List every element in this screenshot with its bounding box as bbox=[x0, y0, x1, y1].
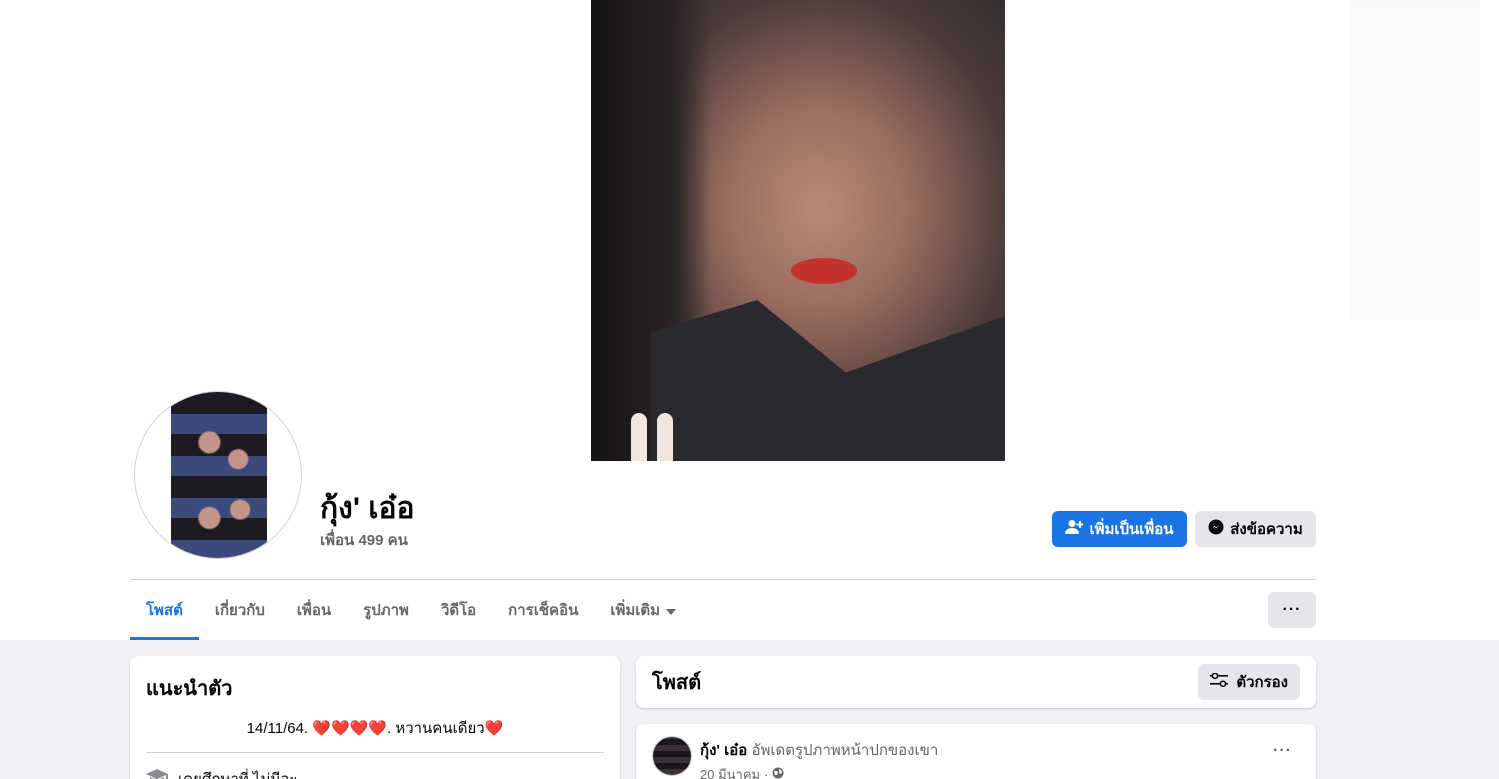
filter-icon bbox=[1210, 672, 1229, 691]
graduation-cap-icon bbox=[146, 768, 168, 779]
background-blur bbox=[1350, 0, 1480, 320]
add-friend-icon bbox=[1065, 519, 1084, 539]
tab-friends[interactable]: เพื่อน bbox=[281, 580, 347, 640]
tab-checkins[interactable]: การเช็คอิน bbox=[492, 580, 594, 640]
profile-tabs: โพสต์ เกี่ยวกับ เพื่อน รูปภาพ วิดีโอ การ… bbox=[130, 580, 692, 640]
filter-button[interactable]: ตัวกรอง bbox=[1198, 664, 1300, 700]
posts-header-card: โพสต์ ตัวกรอง bbox=[636, 656, 1316, 708]
profile-header: กุ้ง' เอ๋อ เพื่อน 499 คน เพิ่มเป็นเพื่อน… bbox=[0, 0, 1499, 640]
message-label: ส่งข้อความ bbox=[1230, 521, 1303, 538]
tab-videos[interactable]: วิดีโอ bbox=[425, 580, 492, 640]
friends-count[interactable]: เพื่อน 499 คน bbox=[320, 528, 408, 552]
add-friend-label: เพิ่มเป็นเพื่อน bbox=[1089, 521, 1174, 538]
globe-icon bbox=[772, 767, 784, 779]
messenger-icon bbox=[1208, 519, 1224, 539]
dropdown-caret-icon bbox=[666, 602, 677, 619]
post-card: กุ้ง' เอ๋อ อัพเดตรูปภาพหน้าปกของเขา 20 ม… bbox=[636, 724, 1316, 779]
profile-name: กุ้ง' เอ๋อ bbox=[320, 492, 415, 525]
profile-more-button[interactable]: ··· bbox=[1268, 592, 1316, 628]
tab-posts[interactable]: โพสต์ bbox=[130, 580, 199, 640]
post-more-button[interactable]: ··· bbox=[1273, 742, 1292, 760]
post-action-text: อัพเดตรูปภาพหน้าปกของเขา bbox=[751, 742, 939, 759]
bio-text: 14/11/64. ❤️❤️❤️❤️. หวานคนเดียว❤️ bbox=[246, 720, 504, 737]
filter-label: ตัวกรอง bbox=[1236, 674, 1288, 691]
intro-card: แนะนำตัว 14/11/64. ❤️❤️❤️❤️. หวานคนเดียว… bbox=[130, 656, 620, 779]
education-text: เคยศึกษาที่ ไม่มีอะ bbox=[178, 767, 297, 779]
posts-title: โพสต์ bbox=[652, 672, 702, 694]
post-author[interactable]: กุ้ง' เอ๋อ bbox=[700, 742, 747, 759]
add-friend-button[interactable]: เพิ่มเป็นเพื่อน bbox=[1052, 511, 1187, 547]
profile-picture[interactable] bbox=[134, 391, 302, 559]
intro-title: แนะนำตัว bbox=[146, 678, 233, 700]
tab-about[interactable]: เกี่ยวกับ bbox=[199, 580, 281, 640]
tab-more[interactable]: เพิ่มเติม bbox=[594, 580, 692, 640]
post-date[interactable]: 20 มีนาคม bbox=[700, 764, 760, 779]
post-author-avatar[interactable] bbox=[652, 736, 692, 776]
education-item: เคยศึกษาที่ ไม่มีอะ bbox=[146, 767, 604, 779]
message-button[interactable]: ส่งข้อความ bbox=[1195, 511, 1316, 547]
tab-photos[interactable]: รูปภาพ bbox=[347, 580, 425, 640]
cover-photo[interactable] bbox=[591, 0, 1005, 461]
intro-divider bbox=[146, 752, 604, 753]
post-separator: · bbox=[764, 767, 769, 779]
